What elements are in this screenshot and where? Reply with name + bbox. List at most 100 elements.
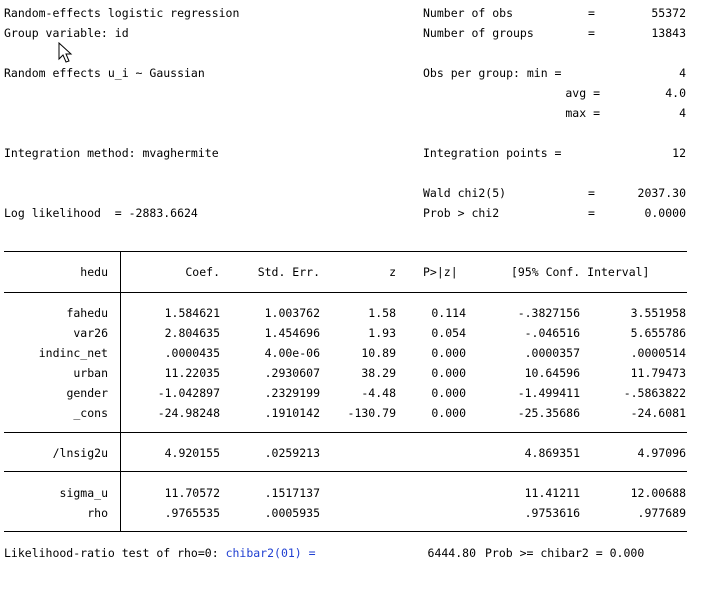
row-name: indinc_net bbox=[38, 346, 108, 360]
chibar2-value: 6444.80 bbox=[427, 546, 476, 560]
ci-low-cell: -1.499411 bbox=[517, 386, 580, 400]
chibar2-link[interactable]: chibar2(01) = bbox=[226, 546, 316, 560]
ci-low-cell: -.3827156 bbox=[517, 306, 580, 320]
stat-label: avg = bbox=[565, 86, 600, 100]
stat-label: Number of groups bbox=[423, 26, 534, 40]
log-likelihood: Log likelihood = -2883.6624 bbox=[4, 206, 198, 220]
se-cell: .2930607 bbox=[264, 366, 320, 380]
stat-eq: = bbox=[588, 186, 595, 200]
stat-label: max = bbox=[565, 106, 600, 120]
ci-low-cell: .0000357 bbox=[524, 346, 580, 360]
ci-high-cell: -.5863822 bbox=[623, 386, 686, 400]
stat-value: 4 bbox=[679, 106, 686, 120]
stat-eq: = bbox=[588, 206, 595, 220]
random-effects-distribution: Random effects u_i ~ Gaussian bbox=[4, 66, 205, 80]
stat-label: Number of obs bbox=[423, 6, 514, 20]
coef-cell: -1.042897 bbox=[157, 386, 220, 400]
stat-value: 55372 bbox=[651, 6, 686, 20]
depvar-header: hedu bbox=[80, 265, 108, 279]
p-cell: 0.000 bbox=[431, 406, 466, 420]
ci-high-cell: .0000514 bbox=[630, 346, 686, 360]
ci-high-cell: -24.6081 bbox=[630, 406, 686, 420]
stat-eq: = bbox=[588, 6, 595, 20]
coef-cell: .0000435 bbox=[164, 346, 220, 360]
stat-label: Obs per group: min = bbox=[423, 66, 562, 80]
row-name: urban bbox=[73, 366, 108, 380]
prob-chibar2: Prob >= chibar2 = 0.000 bbox=[485, 546, 645, 560]
ci-low-cell: -25.35686 bbox=[517, 406, 580, 420]
column-header: Std. Err. bbox=[257, 265, 320, 279]
coef-cell: 11.70572 bbox=[164, 486, 220, 500]
coef-cell: 1.584621 bbox=[164, 306, 220, 320]
stat-value: 0.0000 bbox=[644, 206, 686, 220]
column-header: [95% Conf. Interval] bbox=[511, 265, 650, 279]
ci-low-cell: .9753616 bbox=[524, 506, 580, 520]
stat-value: 2037.30 bbox=[637, 186, 686, 200]
se-cell: .1910142 bbox=[264, 406, 320, 420]
row-name: sigma_u bbox=[59, 486, 108, 500]
row-name: fahedu bbox=[66, 306, 108, 320]
z-cell: -4.48 bbox=[361, 386, 396, 400]
section-rule bbox=[4, 471, 687, 472]
se-cell: .0259213 bbox=[264, 446, 320, 460]
se-cell: .0005935 bbox=[264, 506, 320, 520]
column-header: P>|z| bbox=[423, 265, 458, 279]
p-cell: 0.114 bbox=[431, 306, 466, 320]
stat-value: 4.0 bbox=[665, 86, 686, 100]
se-cell: .2329199 bbox=[264, 386, 320, 400]
table-top-rule bbox=[4, 251, 687, 252]
column-header: z bbox=[389, 265, 396, 279]
coef-cell: .9765535 bbox=[164, 506, 220, 520]
header-rule bbox=[4, 292, 687, 293]
ci-low-cell: -.046516 bbox=[524, 326, 580, 340]
row-name: var26 bbox=[73, 326, 108, 340]
stat-value: 13843 bbox=[651, 26, 686, 40]
model-title: Random-effects logistic regression bbox=[4, 6, 240, 20]
z-cell: 1.93 bbox=[368, 326, 396, 340]
se-cell: 1.454696 bbox=[264, 326, 320, 340]
z-cell: 10.89 bbox=[361, 346, 396, 360]
row-name: /lnsig2u bbox=[52, 446, 108, 460]
row-name: gender bbox=[66, 386, 108, 400]
z-cell: 1.58 bbox=[368, 306, 396, 320]
ci-high-cell: 11.79473 bbox=[630, 366, 686, 380]
coef-cell: -24.98248 bbox=[157, 406, 220, 420]
row-name: _cons bbox=[73, 406, 108, 420]
ci-low-cell: 4.869351 bbox=[524, 446, 580, 460]
row-name: rho bbox=[87, 506, 108, 520]
z-cell: 38.29 bbox=[361, 366, 396, 380]
p-cell: 0.054 bbox=[431, 326, 466, 340]
ci-high-cell: 5.655786 bbox=[630, 326, 686, 340]
table-bottom-rule bbox=[4, 531, 687, 532]
se-cell: .1517137 bbox=[264, 486, 320, 500]
stat-value: 4 bbox=[679, 66, 686, 80]
p-cell: 0.000 bbox=[431, 386, 466, 400]
ci-low-cell: 11.41211 bbox=[524, 486, 580, 500]
ci-low-cell: 10.64596 bbox=[524, 366, 580, 380]
mouse-cursor-icon bbox=[58, 42, 73, 63]
ci-high-cell: 12.00688 bbox=[630, 486, 686, 500]
se-cell: 1.003762 bbox=[264, 306, 320, 320]
se-cell: 4.00e-06 bbox=[264, 346, 320, 360]
lr-test-label: Likelihood-ratio test of rho=0: bbox=[4, 546, 226, 560]
stat-value: 12 bbox=[672, 146, 686, 160]
stat-label: Integration points = bbox=[423, 146, 562, 160]
coef-cell: 4.920155 bbox=[164, 446, 220, 460]
stat-eq: = bbox=[588, 26, 595, 40]
lr-test-line: Likelihood-ratio test of rho=0: chibar2(… bbox=[4, 546, 316, 560]
group-variable: Group variable: id bbox=[4, 26, 129, 40]
ci-high-cell: 4.97096 bbox=[637, 446, 686, 460]
p-cell: 0.000 bbox=[431, 346, 466, 360]
stat-label: Wald chi2(5) bbox=[423, 186, 507, 200]
stat-label: Prob > chi2 bbox=[423, 206, 500, 220]
integration-method: Integration method: mvaghermite bbox=[4, 146, 219, 160]
coef-cell: 11.22035 bbox=[164, 366, 220, 380]
ci-high-cell: .977689 bbox=[637, 506, 686, 520]
p-cell: 0.000 bbox=[431, 366, 466, 380]
coef-cell: 2.804635 bbox=[164, 326, 220, 340]
z-cell: -130.79 bbox=[347, 406, 396, 420]
section-rule bbox=[4, 432, 687, 433]
column-header: Coef. bbox=[185, 265, 220, 279]
ci-high-cell: 3.551958 bbox=[630, 306, 686, 320]
column-divider bbox=[120, 251, 121, 531]
